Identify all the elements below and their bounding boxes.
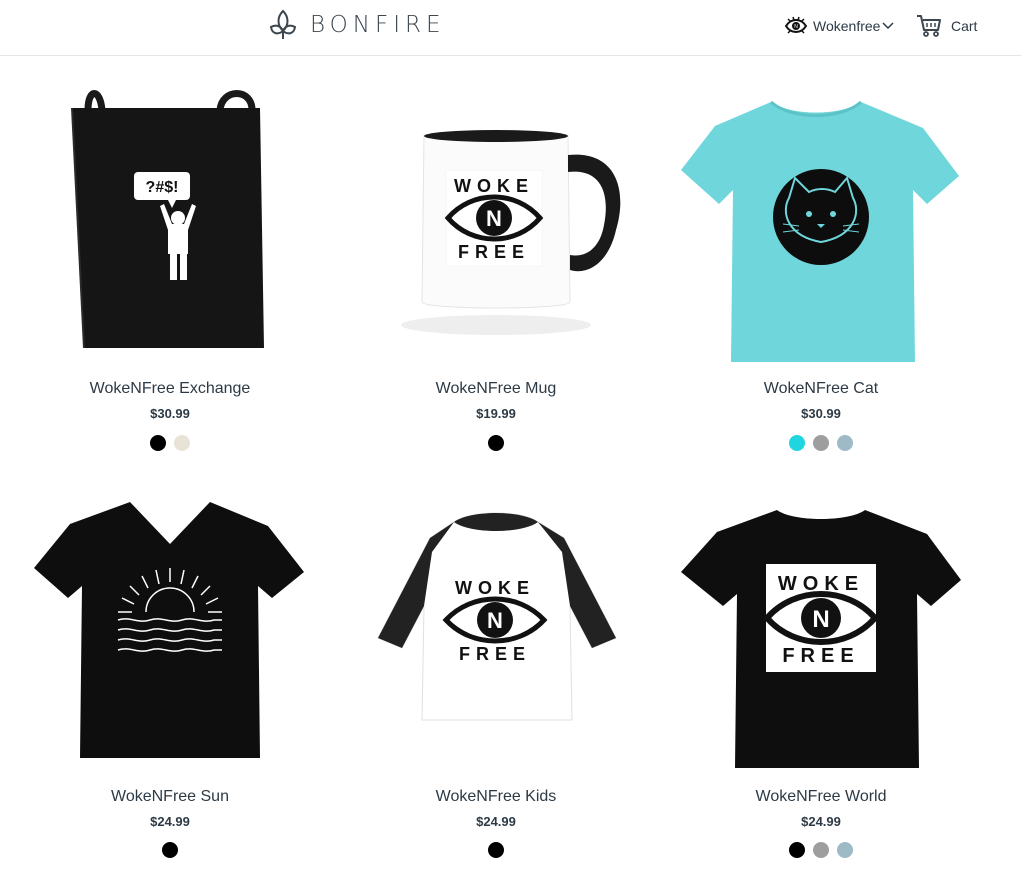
product-name[interactable]: WokeNFree Exchange [20, 380, 320, 398]
product-image-world-tee[interactable]: N WOKE FREE [671, 488, 971, 788]
product-image-kids-raglan[interactable]: N WOKE FREE [346, 488, 646, 788]
cart-icon [917, 15, 941, 37]
product-price: $24.99 [150, 814, 190, 829]
product-image-mug[interactable]: N WOKE FREE [346, 80, 646, 380]
cart-button[interactable]: Cart [916, 12, 977, 40]
swatch-black[interactable] [162, 842, 178, 858]
product-image-sun-tee[interactable] [20, 488, 320, 788]
color-swatches [671, 842, 971, 858]
product-name[interactable]: WokeNFree World [671, 788, 971, 806]
product-image-tote[interactable]: ?#$! [20, 80, 320, 380]
bonfire-logo[interactable]: BONFIRE [268, 8, 446, 42]
product-price: $24.99 [801, 814, 841, 829]
cat-tshirt-image [681, 100, 959, 362]
swatch-heather-grey[interactable] [813, 842, 829, 858]
wokenfree-eye-icon: N [784, 16, 808, 34]
swatch-black[interactable] [789, 842, 805, 858]
swatch-heather-blue[interactable] [837, 842, 853, 858]
product-price: $19.99 [476, 406, 516, 421]
svg-text:WOKE: WOKE [455, 578, 535, 598]
color-swatches [20, 842, 320, 858]
svg-text:N: N [812, 606, 829, 633]
sun-tshirt-image [34, 502, 304, 758]
swatch-heather-grey[interactable] [813, 435, 829, 451]
kids-raglan-image: N WOKE FREE [377, 512, 617, 721]
tote-bag-image: ?#$! [71, 90, 264, 349]
svg-text:WOKE: WOKE [778, 573, 864, 595]
store-menu-button[interactable]: N Wokenfree [784, 12, 899, 40]
product-image-cat-tee[interactable] [671, 80, 971, 380]
speech-bubble-text: ?#$! [146, 179, 179, 196]
color-swatches [346, 435, 646, 451]
swatch-black[interactable] [150, 435, 166, 451]
svg-text:FREE: FREE [782, 645, 859, 667]
svg-text:WOKE: WOKE [454, 176, 534, 196]
color-swatches [671, 435, 971, 451]
product-card-exchange[interactable]: ?#$! WokeNFree Exchange $30.99 [20, 80, 320, 480]
brand-name: BONFIRE [310, 12, 446, 38]
product-card-cat[interactable]: WokeNFree Cat $30.99 [671, 80, 971, 480]
swatch-natural[interactable] [174, 435, 190, 451]
product-card-sun[interactable]: WokeNFree Sun $24.99 [20, 488, 320, 878]
product-name[interactable]: WokeNFree Sun [20, 788, 320, 806]
product-card-mug[interactable]: N WOKE FREE WokeNFree Mug $19.99 [346, 80, 646, 480]
svg-text:N: N [794, 24, 798, 30]
swatch-black[interactable] [488, 842, 504, 858]
svg-text:N: N [487, 608, 503, 633]
color-swatches [346, 842, 646, 858]
color-swatches [20, 435, 320, 451]
svg-text:FREE: FREE [459, 644, 531, 664]
store-name: Wokenfree [813, 18, 881, 34]
product-name[interactable]: WokeNFree Kids [346, 788, 646, 806]
product-card-world[interactable]: N WOKE FREE WokeNFree World $24.99 [671, 488, 971, 878]
swatch-tahiti-blue[interactable] [789, 435, 805, 451]
product-name[interactable]: WokeNFree Mug [346, 380, 646, 398]
chevron-down-icon [882, 22, 894, 30]
product-name[interactable]: WokeNFree Cat [671, 380, 971, 398]
product-price: $30.99 [801, 406, 841, 421]
mug-image: N WOKE FREE [401, 130, 621, 335]
world-tshirt-image: N WOKE FREE [681, 510, 961, 768]
site-header: BONFIRE N Wokenfree Cart [0, 0, 1021, 56]
cart-label: Cart [951, 18, 978, 34]
product-card-kids[interactable]: N WOKE FREE WokeNFree Kids $24.99 [346, 488, 646, 878]
svg-text:N: N [486, 206, 502, 231]
svg-text:FREE: FREE [458, 242, 530, 262]
swatch-heather-blue[interactable] [837, 435, 853, 451]
product-price: $30.99 [150, 406, 190, 421]
bonfire-leaf-icon [269, 9, 297, 39]
product-price: $24.99 [476, 814, 516, 829]
swatch-black[interactable] [488, 435, 504, 451]
